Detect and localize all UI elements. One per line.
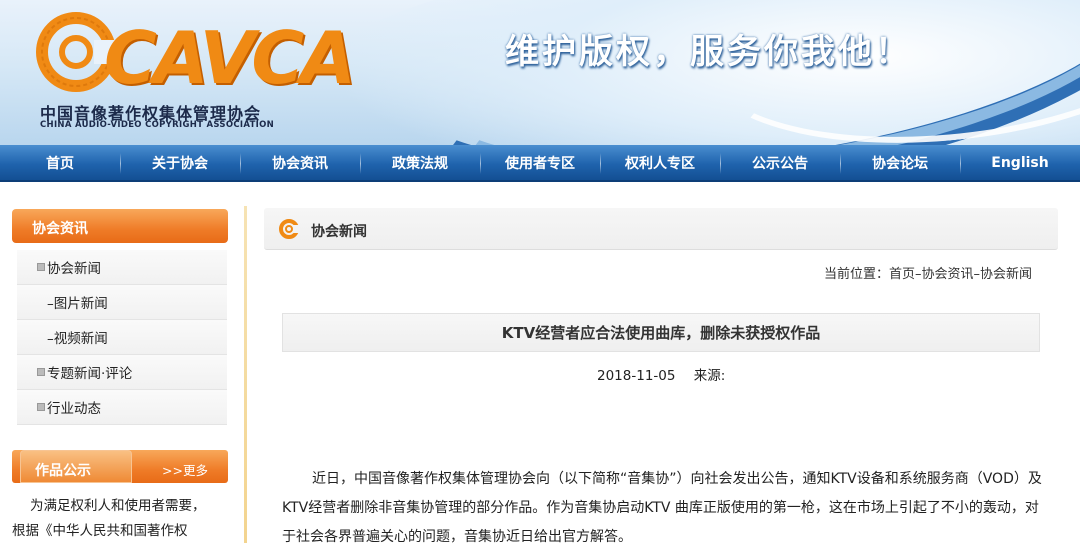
works-panel-header: 作品公示 >>更多: [12, 450, 228, 483]
banner-slogan: 维护版权，服务你我他！: [505, 32, 912, 72]
works-more-link[interactable]: >>更多: [162, 460, 208, 479]
logo-text: CAVCA: [104, 16, 356, 100]
org-name-en: CHINA AUDIO-VIDEO COPYRIGHT ASSOCIATION: [40, 120, 275, 130]
section-logo-icon: [279, 219, 300, 239]
sidebar-menu: 协会新闻 –图片新闻 –视频新闻 专题新闻·评论 行业动态: [17, 250, 227, 425]
works-panel-text: 为满足权利人和使用者需要， 根据《中华人民共和国著作权: [12, 494, 228, 543]
works-panel-title: 作品公示: [20, 450, 132, 483]
article-paragraph: 近日，中国音像著作权集体管理协会向（以下简称“音集协”）向社会发出公告，通知KT…: [282, 471, 1042, 543]
nav-item-about[interactable]: 关于协会: [120, 145, 240, 180]
article-meta: 2018-11-05 来源:: [597, 364, 725, 384]
sidebar-item-special-news[interactable]: 专题新闻·评论: [17, 355, 227, 390]
sidebar-item-label: 协会新闻: [47, 261, 101, 277]
nav-item-notices[interactable]: 公示公告: [720, 145, 840, 180]
works-text-line: 根据《中华人民共和国著作权: [12, 523, 188, 539]
sidebar: 协会资讯 协会新闻 –图片新闻 –视频新闻 专题新闻·评论 行业动态 作品公示 …: [12, 206, 247, 543]
header-banner: CAVCA 中国音像著作权集体管理协会 CHINA AUDIO-VIDEO CO…: [0, 0, 1080, 145]
nav-item-home[interactable]: 首页: [0, 145, 120, 180]
sidebar-item-label: –图片新闻: [47, 296, 108, 312]
sidebar-title: 协会资讯: [12, 209, 228, 243]
bullet-icon: [37, 263, 45, 271]
nav-item-rightholders[interactable]: 权利人专区: [600, 145, 720, 180]
nav-item-users[interactable]: 使用者专区: [480, 145, 600, 180]
sidebar-divider: [244, 206, 247, 543]
sidebar-item-label: 行业动态: [47, 401, 101, 417]
site-logo[interactable]: CAVCA 中国音像著作权集体管理协会 CHINA AUDIO-VIDEO CO…: [30, 10, 356, 130]
sidebar-item-photo-news[interactable]: –图片新闻: [17, 285, 227, 320]
sidebar-item-label: –视频新闻: [47, 331, 108, 347]
bullet-icon: [37, 403, 45, 411]
bullet-icon: [37, 368, 45, 376]
nav-item-english[interactable]: English: [960, 145, 1080, 180]
section-title: 协会新闻: [311, 224, 367, 240]
breadcrumb: 当前位置：首页–协会资讯–协会新闻: [823, 267, 1032, 282]
article-date: 2018-11-05: [597, 368, 676, 384]
article-source: 来源:: [693, 368, 726, 384]
sidebar-item-industry[interactable]: 行业动态: [17, 390, 227, 425]
sidebar-item-association-news[interactable]: 协会新闻: [17, 250, 227, 285]
works-text-line: 为满足权利人和使用者需要，: [30, 498, 206, 514]
article-body: 近日，中国音像著作权集体管理协会向（以下简称“音集协”）向社会发出公告，通知KT…: [282, 465, 1042, 543]
article-title: KTV经营者应合法使用曲库，删除未获授权作品: [282, 313, 1040, 352]
nav-item-forum[interactable]: 协会论坛: [840, 145, 960, 180]
main-nav: 首页 关于协会 协会资讯 政策法规 使用者专区 权利人专区 公示公告 协会论坛 …: [0, 145, 1080, 182]
sidebar-item-label: 专题新闻·评论: [47, 366, 133, 382]
nav-item-policy[interactable]: 政策法规: [360, 145, 480, 180]
section-header: 协会新闻: [264, 208, 1058, 250]
sidebar-item-video-news[interactable]: –视频新闻: [17, 320, 227, 355]
nav-item-news[interactable]: 协会资讯: [240, 145, 360, 180]
